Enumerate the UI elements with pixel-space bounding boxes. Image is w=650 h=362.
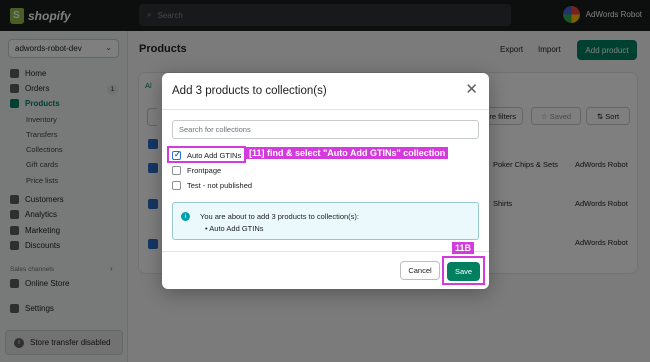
checkbox[interactable] [172, 166, 181, 175]
collection-option-test[interactable]: Test - not published [172, 181, 252, 190]
cancel-button[interactable]: Cancel [400, 261, 440, 280]
annotation-step-11b: 11B [452, 242, 475, 254]
info-banner: i You are about to add 3 products to col… [172, 202, 479, 240]
collection-search-input[interactable]: Search for collections [172, 120, 479, 139]
close-icon[interactable]: ✕ [465, 82, 478, 97]
collection-option-frontpage[interactable]: Frontpage [172, 166, 221, 175]
highlight-save-button [442, 256, 485, 285]
annotation-step-11: [11] find & select "Auto Add GTINs" coll… [246, 147, 449, 159]
option-label: Test - not published [187, 181, 253, 190]
checkbox[interactable] [172, 181, 181, 190]
modal-title: Add 3 products to collection(s) [172, 85, 327, 97]
modal-divider [162, 251, 489, 252]
highlight-auto-add-gtins [167, 146, 246, 163]
info-icon: i [181, 212, 190, 221]
info-bullet: • Auto Add GTINs [205, 224, 264, 233]
info-text: You are about to add 3 products to colle… [200, 212, 359, 221]
modal-divider [162, 109, 489, 110]
option-label: Frontpage [187, 166, 222, 175]
add-to-collection-modal: Add 3 products to collection(s) ✕ Search… [162, 73, 489, 289]
